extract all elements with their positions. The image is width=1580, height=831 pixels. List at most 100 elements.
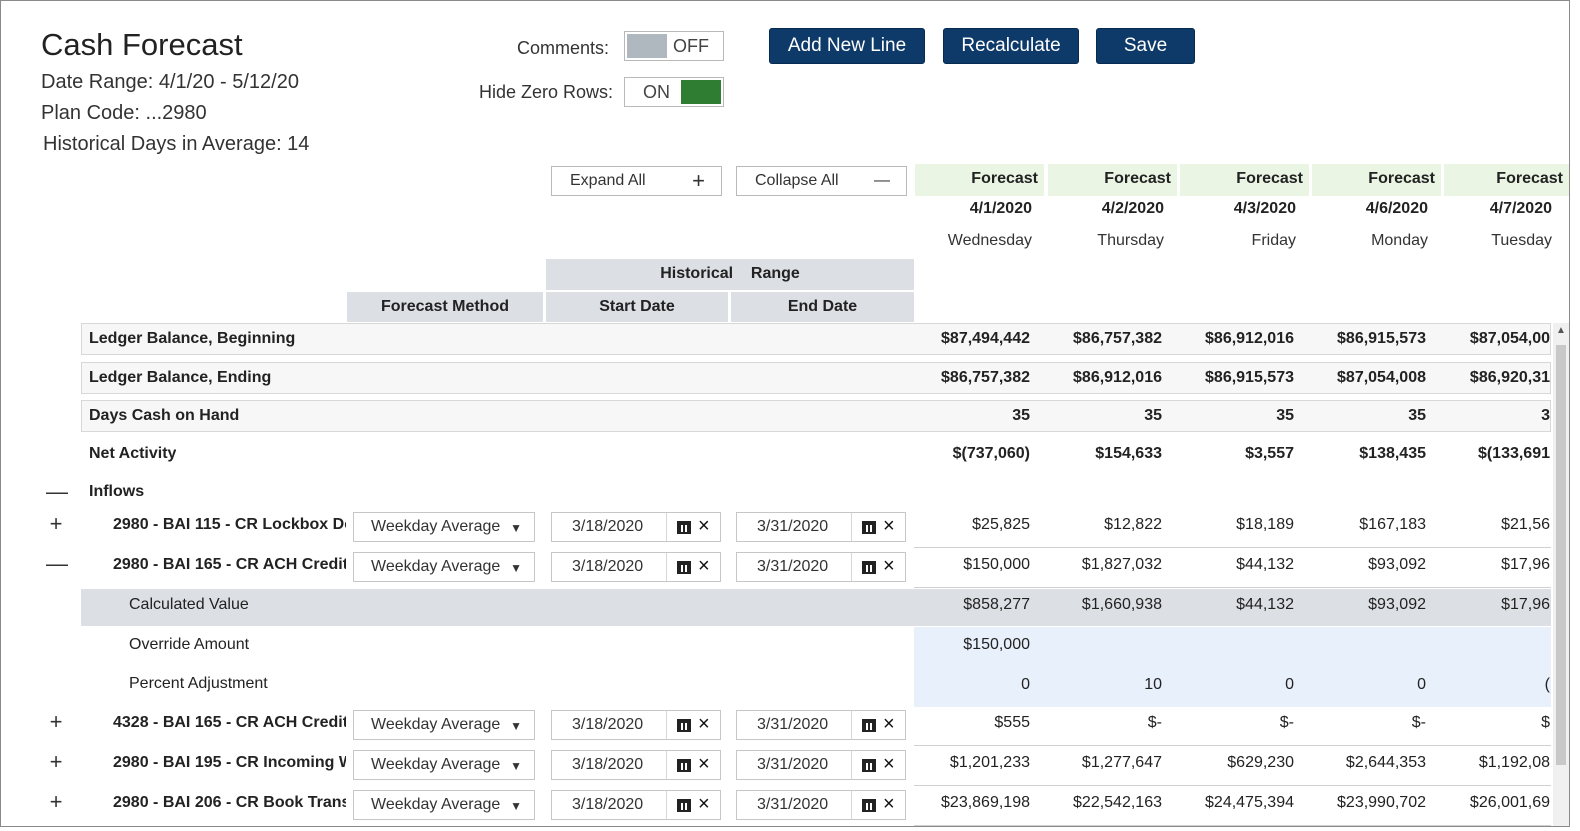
plus-icon: + <box>692 168 705 193</box>
start-date-value: 3/18/2020 <box>572 716 644 733</box>
collapse-row-icon[interactable]: — <box>46 551 68 577</box>
forecast-column-date: 4/6/2020 <box>1365 200 1428 217</box>
calendar-icon[interactable] <box>862 561 876 574</box>
forecast-method-value: Weekday Average <box>371 558 501 575</box>
recalculate-button[interactable]: Recalculate <box>943 28 1079 64</box>
cell-value: 0 <box>1417 676 1426 693</box>
calendar-icon[interactable] <box>862 799 876 812</box>
end-date-field[interactable]: 3/31/2020 × <box>736 512 906 542</box>
end-date-value: 3/31/2020 <box>757 796 829 813</box>
start-date-field[interactable]: 3/18/2020 × <box>551 750 721 780</box>
toggle-knob <box>681 80 721 104</box>
comments-state: OFF <box>673 36 709 56</box>
line-label: 2980 - BAI 165 - CR ACH Credit R <box>113 556 346 573</box>
calendar-icon[interactable] <box>862 759 876 772</box>
expand-all-button[interactable]: Expand All + <box>551 166 722 196</box>
forecast-method-select[interactable]: Weekday Average ▼ <box>353 790 535 820</box>
historical-range-header: Historical Range <box>546 259 914 290</box>
cell-value: $86,912,016 <box>1205 330 1294 347</box>
chevron-down-icon: ▼ <box>510 561 522 575</box>
cell-value: $1,201,233 <box>949 754 1030 771</box>
cell-value: $87,054,00 <box>1469 330 1550 347</box>
clear-icon[interactable]: × <box>698 713 710 736</box>
expand-row-icon[interactable]: + <box>46 511 66 537</box>
forecast-method-value: Weekday Average <box>371 518 501 535</box>
cell-value: $629,230 <box>1227 754 1294 771</box>
cell-value: $17,96 <box>1501 596 1550 613</box>
expand-row-icon[interactable]: + <box>46 749 66 775</box>
forecast-method-select[interactable]: Weekday Average ▼ <box>353 710 535 740</box>
line-label: 2980 - BAI 206 - CR Book Transf <box>113 794 346 811</box>
end-date-field[interactable]: 3/31/2020 × <box>736 790 906 820</box>
end-date-field[interactable]: 3/31/2020 × <box>736 710 906 740</box>
clear-icon[interactable]: × <box>883 713 895 736</box>
summary-row-label: Ledger Balance, Ending <box>89 369 272 386</box>
start-date-field[interactable]: 3/18/2020 × <box>551 790 721 820</box>
vertical-scrollbar[interactable]: ▲ <box>1553 323 1569 826</box>
clear-icon[interactable]: × <box>883 555 895 578</box>
cell-value: $17,96 <box>1501 556 1550 573</box>
cell-value: ( <box>1544 676 1550 693</box>
chevron-down-icon: ▼ <box>510 521 522 535</box>
add-new-line-button[interactable]: Add New Line <box>769 28 925 64</box>
cell-value: $23,990,702 <box>1337 794 1426 811</box>
expand-row-icon[interactable]: + <box>46 789 66 815</box>
toggle-knob <box>627 34 667 58</box>
cell-value: $22,542,163 <box>1073 794 1162 811</box>
date-controls: × <box>851 513 905 541</box>
cell-value: $138,435 <box>1359 445 1426 462</box>
cell-value: $ <box>1541 714 1550 731</box>
expand-all-label: Expand All <box>570 172 646 189</box>
forecast-method-select[interactable]: Weekday Average ▼ <box>353 750 535 780</box>
cell-value: $555 <box>994 714 1030 731</box>
collapse-all-button[interactable]: Collapse All — <box>736 166 907 196</box>
row-divider <box>914 547 1551 548</box>
date-controls: × <box>851 751 905 779</box>
clear-icon[interactable]: × <box>883 515 895 538</box>
clear-icon[interactable]: × <box>698 753 710 776</box>
start-date-field[interactable]: 3/18/2020 × <box>551 512 721 542</box>
historical-days: Historical Days in Average: 14 <box>43 133 310 155</box>
hide-zero-label: Hide Zero Rows: <box>479 82 614 102</box>
forecast-method-value: Weekday Average <box>371 796 501 813</box>
forecast-method-select[interactable]: Weekday Average ▼ <box>353 512 535 542</box>
cell-value: $93,092 <box>1368 596 1426 613</box>
scroll-up-icon[interactable]: ▲ <box>1556 325 1566 336</box>
cell-value: 0 <box>1021 676 1030 693</box>
comments-toggle[interactable]: OFF <box>624 31 724 61</box>
start-date-field[interactable]: 3/18/2020 × <box>551 552 721 582</box>
cell-value: $86,912,016 <box>1073 369 1162 386</box>
cell-value: $150,000 <box>963 556 1030 573</box>
end-date-field[interactable]: 3/31/2020 × <box>736 750 906 780</box>
start-date-field[interactable]: 3/18/2020 × <box>551 710 721 740</box>
row-divider <box>914 587 1551 588</box>
clear-icon[interactable]: × <box>883 793 895 816</box>
save-button[interactable]: Save <box>1096 28 1195 64</box>
cell-value: $86,915,573 <box>1337 330 1426 347</box>
cell-value: $1,660,938 <box>1081 596 1162 613</box>
forecast-method-value: Weekday Average <box>371 756 501 773</box>
cell-value: 35 <box>1276 407 1294 424</box>
clear-icon[interactable]: × <box>698 793 710 816</box>
hide-zero-toggle[interactable]: ON <box>624 77 724 107</box>
row-divider <box>914 825 1551 826</box>
calendar-icon[interactable] <box>677 759 691 772</box>
end-date-field[interactable]: 3/31/2020 × <box>736 552 906 582</box>
forecast-method-select[interactable]: Weekday Average ▼ <box>353 552 535 582</box>
clear-icon[interactable]: × <box>698 515 710 538</box>
calendar-icon[interactable] <box>677 521 691 534</box>
calendar-icon[interactable] <box>677 799 691 812</box>
collapse-section-icon[interactable]: — <box>46 479 68 505</box>
calendar-icon[interactable] <box>677 719 691 732</box>
clear-icon[interactable]: × <box>698 555 710 578</box>
scroll-thumb[interactable] <box>1556 345 1566 765</box>
calendar-icon[interactable] <box>862 719 876 732</box>
calendar-icon[interactable] <box>677 561 691 574</box>
clear-icon[interactable]: × <box>883 753 895 776</box>
calendar-icon[interactable] <box>862 521 876 534</box>
cell-value: 0 <box>1285 676 1294 693</box>
date-controls: × <box>666 553 720 581</box>
cell-value: $154,633 <box>1095 445 1162 462</box>
end-date-value: 3/31/2020 <box>757 558 829 575</box>
expand-row-icon[interactable]: + <box>46 709 66 735</box>
